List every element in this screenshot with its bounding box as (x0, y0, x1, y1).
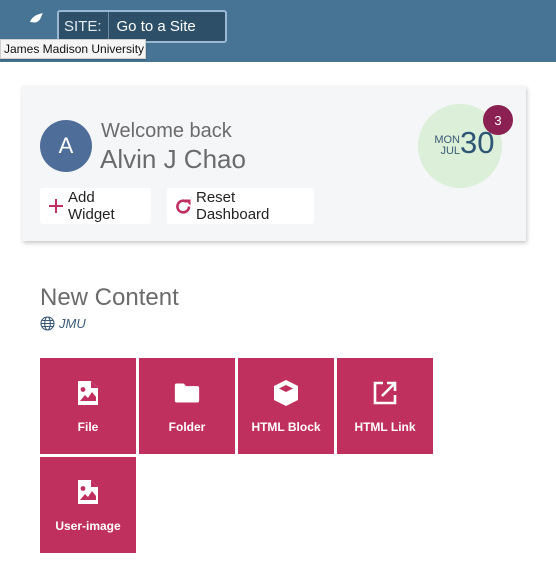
tile-label: HTML Block (251, 420, 321, 434)
reset-dashboard-button[interactable]: Reset Dashboard (167, 188, 314, 224)
tile-label: File (77, 420, 99, 434)
reset-dashboard-label: Reset Dashboard (196, 189, 270, 223)
tile-html-block[interactable]: HTML Block (238, 358, 334, 454)
welcome-text: Welcome back (101, 120, 232, 142)
file-image-icon (75, 478, 101, 506)
add-widget-button[interactable]: Add Widget (40, 188, 151, 224)
user-name: Alvin J Chao (100, 144, 246, 174)
new-content-site: JMU (40, 316, 86, 331)
globe-icon (40, 316, 55, 331)
site-name: JMU (59, 316, 86, 331)
folder-icon (174, 379, 200, 407)
cube-icon (273, 379, 299, 407)
site-input[interactable]: Go to a Site (109, 18, 196, 35)
logo-tooltip: James Madison University (0, 39, 146, 59)
tile-label: User-image (55, 519, 121, 533)
file-image-icon (75, 379, 101, 407)
new-content-title: New Content (40, 284, 179, 311)
welcome-card: A Welcome back Alvin J Chao Add Widget R… (22, 86, 526, 241)
date-month: JUL (440, 145, 460, 157)
tile-label: HTML Link (354, 420, 416, 434)
refresh-icon (175, 198, 192, 215)
avatar[interactable]: A (40, 120, 92, 172)
plus-icon (48, 198, 64, 214)
jmu-logo-icon[interactable] (8, 6, 50, 42)
tile-file[interactable]: File (40, 358, 136, 454)
tile-html-link[interactable]: HTML Link (337, 358, 433, 454)
tile-label: Folder (168, 420, 206, 434)
add-widget-label: Add Widget (68, 189, 115, 223)
notification-badge[interactable]: 3 (483, 105, 513, 135)
tile-folder[interactable]: Folder (139, 358, 235, 454)
site-label: SITE: (59, 12, 109, 41)
tile-user-image[interactable]: User-image (40, 457, 136, 553)
external-link-icon (372, 379, 398, 407)
